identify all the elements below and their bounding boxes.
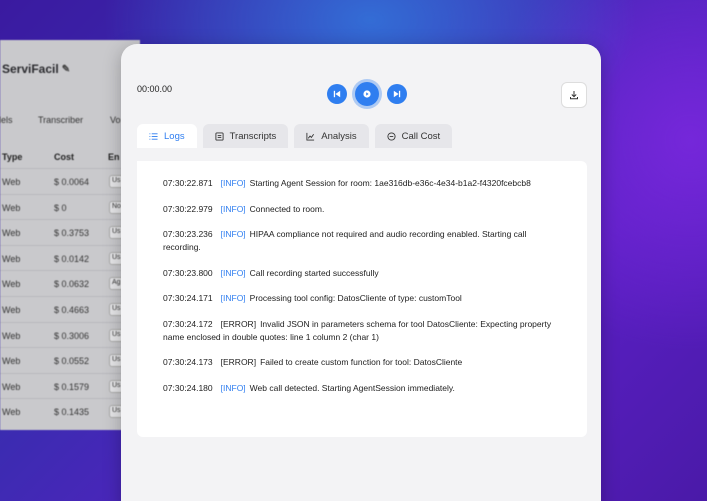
row-cost: $ 0.0552 <box>54 356 90 367</box>
log-level: [INFO] <box>220 229 246 239</box>
tab-logs[interactable]: Logs <box>137 124 197 148</box>
table-row[interactable]: Web $ 0.4663 Us <box>0 296 140 321</box>
tab-call-cost[interactable]: Call Cost <box>374 124 453 148</box>
row-cost: $ 0.1579 <box>54 381 90 392</box>
row-type: Web <box>2 407 21 418</box>
log-message: Starting Agent Session for room: 1ae316d… <box>249 178 531 188</box>
chart-icon <box>306 132 315 141</box>
tab-transcripts[interactable]: Transcripts <box>202 124 289 148</box>
log-timestamp: 07:30:22.871 <box>163 178 213 188</box>
log-entry: 07:30:23.236 [INFO] HIPAA compliance not r… <box>163 228 561 254</box>
table-row[interactable]: Web $ 0.0632 Ag <box>0 270 140 295</box>
table-row[interactable]: Web $ 0.0064 Us <box>0 168 140 193</box>
log-timestamp: 07:30:23.800 <box>163 267 213 278</box>
play-button[interactable] <box>355 82 379 106</box>
row-cost: $ 0.0142 <box>54 253 90 264</box>
log-message: Connected to room. <box>249 203 325 214</box>
log-entry: 07:30:24.172 [ERROR] Invalid JSON in param… <box>163 318 561 344</box>
row-cost: $ 0.0632 <box>54 279 90 290</box>
coin-icon <box>387 131 396 141</box>
list-icon <box>149 132 158 140</box>
row-type: Web <box>2 356 21 367</box>
row-type: Web <box>2 202 21 213</box>
app-brand: ServiFacil ✎ <box>2 62 70 76</box>
log-entry: 07:30:22.979 [INFO] Connected to room. <box>163 203 561 216</box>
document-icon <box>215 131 224 141</box>
log-level: [INFO] <box>220 382 246 393</box>
row-type: Web <box>2 279 21 290</box>
brand-name: ServiFacil <box>2 62 59 76</box>
tab-call-cost-label: Call Cost <box>401 130 441 142</box>
log-timestamp: 07:30:22.979 <box>163 203 213 214</box>
log-entry: 07:30:23.800 [INFO] Call recording started… <box>163 267 561 280</box>
log-timestamp: 07:30:24.172 <box>163 318 213 329</box>
row-cost: $ 0 <box>54 202 67 213</box>
row-type: Web <box>2 177 21 187</box>
tab-voice[interactable]: Vo <box>110 115 121 125</box>
log-message: Call recording started successfully <box>249 267 379 278</box>
log-timestamp: 07:30:24.173 <box>163 357 213 367</box>
tab-models[interactable]: dels <box>0 115 13 125</box>
log-timestamp: 07:30:24.171 <box>163 293 213 303</box>
table-row[interactable]: Web $ 0 No <box>0 193 140 219</box>
row-type: Web <box>2 381 21 392</box>
table-row[interactable]: Web $ 0.1435 Us <box>0 398 140 423</box>
log-timestamp: 07:30:23.236 <box>163 229 213 239</box>
col-ended: En <box>108 152 120 162</box>
playback-controls <box>327 82 407 106</box>
log-level: [INFO] <box>220 293 246 303</box>
log-entry: 07:30:24.173 [ERROR] Failed to create cust… <box>163 356 561 369</box>
log-entry: 07:30:22.871 [INFO] Starting Agent Session… <box>163 177 561 190</box>
row-cost: $ 0.0064 <box>54 177 90 187</box>
background-dashboard: ServiFacil ✎ dels Transcriber Vo Type Co… <box>0 40 140 430</box>
table-row[interactable]: Web $ 0.1579 Us <box>0 372 140 398</box>
row-cost: $ 0.3006 <box>54 330 90 341</box>
skip-back-button[interactable] <box>327 84 347 104</box>
tab-analysis-label: Analysis <box>321 130 357 142</box>
log-message: HIPAA compliance not required and audio … <box>163 229 527 252</box>
log-level: [ERROR] <box>220 318 257 329</box>
row-type: Web <box>2 228 21 239</box>
log-message: Processing tool config: DatosCliente of … <box>249 293 462 303</box>
skip-forward-icon <box>393 90 401 98</box>
playback-time: 00:00.00 <box>137 84 173 94</box>
call-detail-panel: 00:00.00 Logs Transcripts Analysis Call … <box>121 44 601 501</box>
row-cost: $ 0.1435 <box>54 407 90 418</box>
col-type: Type <box>2 152 23 162</box>
row-type: Web <box>2 305 21 315</box>
log-message: Web call detected. Starting AgentSession… <box>249 382 455 393</box>
row-cost: $ 0.4663 <box>54 305 90 315</box>
tab-transcripts-label: Transcripts <box>229 130 277 142</box>
tab-analysis[interactable]: Analysis <box>294 124 369 148</box>
row-type: Web <box>2 330 21 341</box>
download-button[interactable] <box>561 82 587 108</box>
row-type: Web <box>2 253 21 264</box>
logs-panel: 07:30:22.871 [INFO] Starting Agent Session… <box>137 161 587 437</box>
log-level: [INFO] <box>220 203 246 214</box>
tab-logs-label: Logs <box>164 130 185 142</box>
col-cost: Cost <box>54 152 74 162</box>
log-level: [INFO] <box>220 267 246 278</box>
skip-forward-button[interactable] <box>387 84 407 104</box>
play-icon <box>363 90 371 98</box>
download-icon <box>570 91 578 100</box>
table-row[interactable]: Web $ 0.0552 Us <box>0 347 140 372</box>
table-row[interactable]: Web $ 0.3753 Us <box>0 219 140 244</box>
log-message: Failed to create custom function for too… <box>260 357 463 367</box>
table-row[interactable]: Web $ 0.0142 Us <box>0 244 140 270</box>
row-cost: $ 0.3753 <box>54 228 90 239</box>
log-timestamp: 07:30:24.180 <box>163 382 213 393</box>
edit-icon[interactable]: ✎ <box>62 64 70 75</box>
log-entry: 07:30:24.180 [INFO] Web call detected. Sta… <box>163 382 561 395</box>
skip-back-icon <box>333 90 341 98</box>
tab-transcriber[interactable]: Transcriber <box>38 115 83 125</box>
log-level: [ERROR] <box>220 357 257 367</box>
tab-bar: Logs Transcripts Analysis Call Cost <box>137 124 453 148</box>
table-row[interactable]: Web $ 0.3006 Us <box>0 321 140 347</box>
log-entry: 07:30:24.171 [INFO] Processing tool config… <box>163 292 561 305</box>
log-level: [INFO] <box>220 178 246 188</box>
